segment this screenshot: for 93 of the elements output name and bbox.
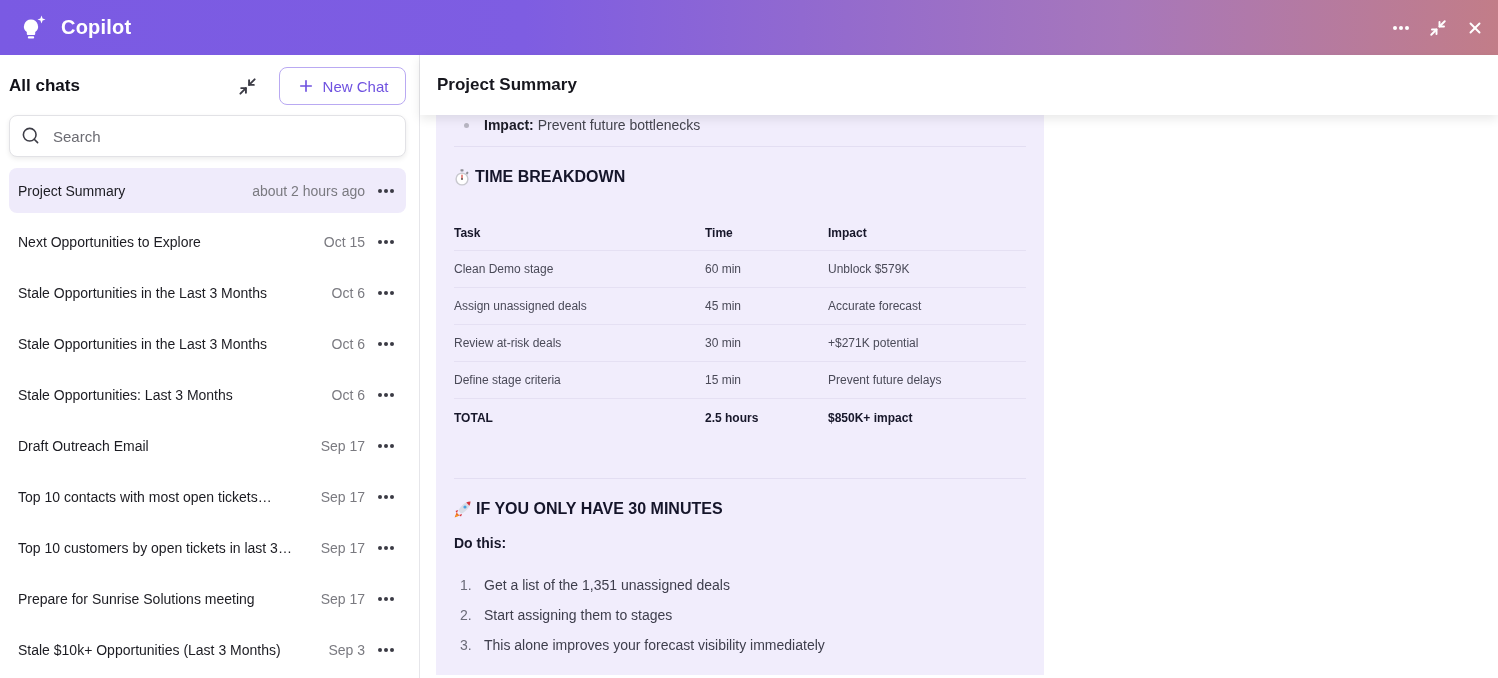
- table-cell: 45 min: [705, 299, 742, 313]
- dots-icon: [378, 494, 394, 499]
- chat-options-button[interactable]: [378, 188, 394, 193]
- chat-item[interactable]: Prepare for Sunrise Solutions meeting Sep 17: [9, 576, 406, 621]
- table-cell: Review at-risk deals: [454, 336, 562, 350]
- step-text: This alone improves your forecast visibility immediately: [484, 637, 825, 653]
- search-field[interactable]: Search: [9, 115, 406, 157]
- rocket-icon: [454, 500, 471, 518]
- chat-time: Sep 17: [320, 590, 365, 607]
- intro-text: Do this:: [454, 535, 507, 551]
- chat-options-button[interactable]: [378, 443, 394, 448]
- chat-time: Oct 15: [323, 233, 365, 250]
- step-text: Start assigning them to stages: [484, 607, 673, 623]
- chat-item[interactable]: Stale Opportunities in the Last 3 Months Oct 6: [9, 321, 406, 366]
- table-cell: +$271K potential: [828, 336, 919, 350]
- table-cell: Define stage criteria: [454, 373, 561, 387]
- dots-icon: [378, 341, 394, 346]
- chat-time: Sep 17: [320, 437, 365, 454]
- chat-options-button[interactable]: [378, 290, 394, 295]
- chat-title: Stale $10k+ Opportunities (Last 3 Months): [18, 641, 282, 658]
- table-cell: 30 min: [705, 336, 742, 350]
- chat-time: Sep 17: [320, 488, 365, 505]
- bullet-icon: [464, 122, 469, 128]
- chat-options-button[interactable]: [378, 647, 394, 652]
- chat-title: Next Opportunities to Explore: [18, 233, 202, 250]
- table-header-cell: Task: [454, 225, 481, 240]
- chat-title: Prepare for Sunrise Solutions meeting: [18, 590, 256, 607]
- table-cell: 15 min: [705, 373, 742, 387]
- chat-options-button[interactable]: [378, 239, 394, 244]
- minimize-button[interactable]: [1429, 18, 1447, 37]
- table-header-cell: Time: [705, 225, 733, 240]
- chat-options-button[interactable]: [378, 545, 394, 550]
- table-cell: Clean Demo stage: [454, 262, 554, 276]
- dots-icon: [378, 596, 394, 601]
- minimize-arrows-icon: [1429, 18, 1447, 37]
- chat-title: Project Summary: [18, 182, 127, 199]
- step-number: 2.: [460, 607, 473, 623]
- chat-item[interactable]: Project Summary about 2 hours ago: [9, 168, 406, 213]
- new-chat-button[interactable]: New Chat: [279, 67, 406, 105]
- table-total-cell: $850K+ impact: [828, 410, 913, 425]
- table-total-cell: 2.5 hours: [705, 410, 759, 425]
- chat-options-button[interactable]: [378, 392, 394, 397]
- chat-time: Sep 17: [320, 539, 365, 556]
- dots-icon: [378, 545, 394, 550]
- step-text: Get a list of the 1,351 unassigned deals: [484, 577, 730, 593]
- chat-time: Oct 6: [331, 284, 365, 301]
- app-title: Copilot: [61, 16, 132, 39]
- table-cell: 60 min: [705, 262, 742, 276]
- chat-item[interactable]: Stale Opportunities: Last 3 Months Oct 6: [9, 372, 406, 417]
- stopwatch-icon: [454, 168, 470, 186]
- chat-title: Stale Opportunities: Last 3 Months: [18, 386, 234, 403]
- search-icon: [21, 126, 40, 145]
- chat-title: Stale Opportunities in the Last 3 Months: [18, 284, 269, 301]
- chat-options-button[interactable]: [378, 341, 394, 346]
- chat-options-button[interactable]: [378, 596, 394, 601]
- step-number: 1.: [460, 577, 473, 593]
- chat-title: Top 10 contacts with most open tickets…: [18, 488, 273, 505]
- chat-title: Stale Opportunities in the Last 3 Months: [18, 335, 269, 352]
- dots-icon: [378, 647, 394, 652]
- collapse-button[interactable]: [237, 76, 257, 96]
- chat-item[interactable]: Stale $10k+ Opportunities (Last 3 Months) Sep 3: [9, 627, 406, 672]
- dots-icon: [378, 188, 394, 193]
- dots-icon: [378, 290, 394, 295]
- table-cell: Assign unassigned deals: [454, 299, 587, 313]
- collapse-arrows-icon: [237, 76, 257, 96]
- section-heading: TIME BREAKDOWN: [475, 168, 626, 186]
- bullet-text: Impact: Prevent future bottlenecks: [484, 117, 701, 133]
- chat-item[interactable]: Next Opportunities to Explore Oct 15: [9, 219, 406, 264]
- chat-time: Oct 6: [331, 386, 365, 403]
- section-heading: IF YOU ONLY HAVE 30 MINUTES: [476, 500, 723, 518]
- table-total-cell: TOTAL: [454, 410, 493, 425]
- sidebar-title: All chats: [9, 76, 80, 96]
- table-cell: Accurate forecast: [828, 299, 922, 313]
- chat-time: about 2 hours ago: [252, 182, 365, 199]
- table-header-cell: Impact: [828, 225, 867, 240]
- table-cell: Unblock $579K: [828, 262, 910, 276]
- chat-time: Oct 6: [331, 335, 365, 352]
- chat-time: Sep 3: [328, 641, 365, 658]
- dots-icon: [378, 443, 394, 448]
- step-number: 3.: [460, 637, 473, 653]
- chat-item[interactable]: Stale Opportunities in the Last 3 Months Oct 6: [9, 270, 406, 315]
- chat-title: Draft Outreach Email: [18, 437, 150, 454]
- chat-title: Top 10 customers by open tickets in last 3…: [18, 539, 293, 556]
- chat-options-button[interactable]: [378, 494, 394, 499]
- dots-icon: [1393, 25, 1409, 30]
- dots-icon: [378, 239, 394, 244]
- table-cell: Prevent future delays: [828, 373, 942, 387]
- conversation-title: Project Summary: [437, 75, 577, 95]
- chat-item[interactable]: Top 10 contacts with most open tickets… Sep 17: [9, 474, 406, 519]
- chat-item[interactable]: Draft Outreach Email Sep 17: [9, 423, 406, 468]
- dots-icon: [378, 392, 394, 397]
- lightbulb-sparkle-icon: [22, 14, 46, 41]
- chat-item[interactable]: Top 10 customers by open tickets in last 3… Sep 17: [9, 525, 406, 570]
